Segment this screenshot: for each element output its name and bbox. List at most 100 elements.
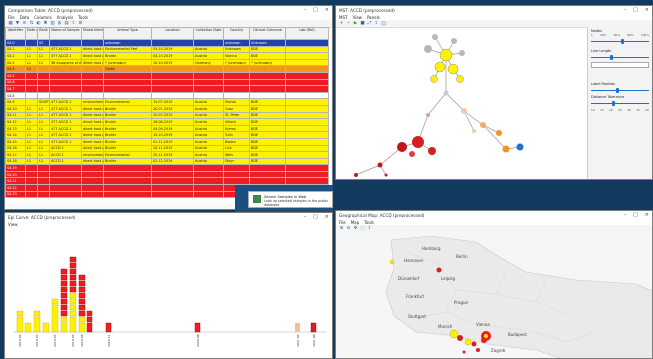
menu-tools[interactable]: Tools	[78, 15, 88, 20]
map-icon[interactable]: ◍	[57, 21, 62, 26]
line-length-field[interactable]	[591, 62, 649, 68]
color-icon[interactable]: ◐	[36, 21, 41, 26]
maximize-icon[interactable]: □	[633, 7, 638, 13]
column-header[interactable]: Lab (Ref)	[285, 27, 329, 40]
sort-icon[interactable]: ⇅	[29, 21, 34, 26]
map-window-titlebar[interactable]: Geographical Map: ACCD (preprocessed) – □…	[336, 211, 652, 219]
table-row[interactable]: S4.20	[5, 170, 329, 179]
table-row[interactable]: S4.2L1L1477 ACCD 1direct host associated…	[5, 52, 329, 60]
settings-icon[interactable]: ⚙	[78, 21, 83, 26]
yellow-bars	[16, 292, 86, 333]
menu-mst[interactable]: MST	[339, 15, 347, 20]
table-row[interactable]: S4.3L1L148 Anagrams of ACCDdirect host a…	[5, 58, 329, 67]
table-row[interactable]: S4.0 S2 unknown unknown Unknown	[5, 39, 329, 47]
columns-icon[interactable]: ≡	[22, 21, 27, 26]
menu-data[interactable]: Data	[20, 15, 30, 20]
table-row[interactable]: S4.11L1L1477 ACCD 1direct host associate…	[5, 111, 329, 120]
maximize-icon[interactable]: □	[313, 7, 318, 13]
table-row[interactable]: S4.4 L1 Cattle	[5, 65, 329, 73]
table-row[interactable]: S4.21	[5, 177, 329, 186]
svg-text:2019-03: 2019-03	[35, 334, 39, 347]
table-row[interactable]: S4.9 SDOPTA477 ACCD 1environment associat…	[5, 98, 329, 106]
epicurve-window-titlebar[interactable]: Epi Curve: ACCD (preprocessed) – □ ×	[5, 213, 332, 221]
export-icon[interactable]: ⇪	[367, 226, 372, 231]
distance-tolerance-slider[interactable]	[591, 101, 649, 106]
export-icon[interactable]: ⇪	[374, 21, 379, 26]
table-row[interactable]: S4.16L1L1ACCD 1direct host associatedBro…	[5, 144, 329, 153]
zoom-in-icon[interactable]: +	[339, 21, 344, 26]
column-header[interactable]: Clinical Outcome	[249, 27, 286, 40]
table-row[interactable]: S4.14L1L1477 ACCD 1direct host associate…	[5, 131, 329, 139]
table-row[interactable]: S4.18L1L1ACCD 1direct host associatedBro…	[5, 157, 329, 166]
chart-icon[interactable]: ▥	[50, 21, 55, 26]
zoom-in-icon[interactable]: ⊕	[339, 226, 344, 231]
menu-panels[interactable]: Panels	[367, 15, 380, 20]
map-canvas[interactable]: Hamburg Berlin Hannover Düsseldorf Leipz…	[336, 232, 653, 359]
tree-icon[interactable]: ✱	[43, 21, 48, 26]
table-cell: St. Peter	[223, 111, 250, 120]
menu-map[interactable]: Map	[351, 220, 359, 225]
minimize-icon[interactable]: –	[304, 7, 307, 13]
column-header[interactable]: Collection Date	[193, 27, 224, 40]
table-row[interactable]: S4.7	[5, 85, 329, 93]
menu-view[interactable]: View	[352, 15, 362, 20]
table-window-titlebar[interactable]: Comparison Table: ACCD (preprocessed) – □…	[5, 6, 332, 14]
table-row[interactable]: S4.10L1L1477 ACCD 1direct host associate…	[5, 104, 329, 113]
close-icon[interactable]: ×	[645, 7, 649, 13]
table-row[interactable]: S4.6	[5, 78, 329, 87]
minimize-icon[interactable]: –	[624, 7, 627, 13]
table-row[interactable]: S4.15L1L1477 ACCD 1direct host associate…	[5, 137, 329, 146]
close-icon[interactable]: ×	[645, 212, 649, 218]
select-all-icon[interactable]: ▦	[8, 21, 13, 26]
line-length-slider[interactable]	[591, 55, 649, 60]
distance-tolerance-label: Distance Tolerance	[591, 95, 625, 99]
zoom-out-icon[interactable]: −	[346, 21, 351, 26]
maximize-icon[interactable]: □	[313, 214, 318, 220]
menu-view[interactable]: View	[8, 222, 18, 227]
close-icon[interactable]: ×	[325, 214, 329, 220]
minimize-icon[interactable]: –	[624, 212, 627, 218]
select-icon[interactable]: ⬚	[360, 226, 365, 231]
table-icon[interactable]: ▤	[64, 21, 69, 26]
minimize-icon[interactable]: –	[304, 214, 307, 220]
filter-icon[interactable]: ▼	[15, 21, 20, 26]
column-header[interactable]: Mixed Infection	[81, 27, 104, 40]
play-icon[interactable]: ▶	[353, 21, 358, 26]
menu-columns[interactable]: Columns	[34, 15, 51, 20]
stop-icon[interactable]: ■	[360, 21, 365, 26]
table-cell	[103, 91, 152, 100]
maximize-icon[interactable]: □	[633, 212, 638, 218]
epicurve-chart[interactable]: 2019-01 2019-03 2019-05 2019-07 2019-08 …	[5, 227, 333, 359]
table-row[interactable]: S4.12L1L1477 ACCD 1direct host associate…	[5, 118, 329, 126]
menu-analysis[interactable]: Analysis	[57, 15, 73, 20]
fit-icon[interactable]: ⤢	[367, 21, 372, 26]
mst-window-titlebar[interactable]: MST: ACCD (preprocessed) – □ ×	[336, 6, 652, 14]
notification-toast[interactable]: Search Samples in Web Look up selected s…	[248, 191, 333, 208]
table-row[interactable]: S4.1L1L1477 ACCD 1direct host associated…	[5, 45, 329, 54]
select-icon[interactable]: ⬚	[381, 21, 386, 26]
column-header[interactable]: Animal Type	[103, 27, 152, 40]
data-table-container[interactable]: IdentifierDate of SamplingRankName of Sa…	[5, 27, 332, 201]
column-header[interactable]: Country	[223, 27, 250, 40]
menu-file[interactable]: File	[339, 220, 346, 225]
menu-file[interactable]: File	[8, 15, 15, 20]
menu-tools[interactable]: Tools	[364, 220, 374, 225]
zoom-out-icon[interactable]: ⊖	[346, 226, 351, 231]
table-row[interactable]: S4.19	[5, 164, 329, 172]
node-size-slider[interactable]	[591, 39, 649, 44]
column-header[interactable]: Date of Sampling	[25, 27, 38, 40]
column-header[interactable]: Location	[151, 27, 194, 40]
column-header[interactable]: Identifier	[5, 27, 26, 40]
column-header[interactable]: Name of Sample	[49, 27, 82, 40]
table-row[interactable]: S4.5	[5, 71, 329, 80]
export-icon[interactable]: ⇪	[71, 21, 76, 26]
table-row[interactable]: S4.13L1L1477 ACCD 1direct host associate…	[5, 124, 329, 133]
table-row[interactable]: S4.17L1L1ACCD 1environment associatedEnv…	[5, 151, 329, 159]
table-row[interactable]: S4.8	[5, 91, 329, 100]
label-position-slider[interactable]	[591, 88, 649, 93]
table-cell: Steyr	[223, 157, 250, 166]
column-header[interactable]: Rank	[37, 27, 50, 40]
pan-icon[interactable]: ✥	[353, 226, 358, 231]
mst-graph-canvas[interactable]	[336, 27, 589, 180]
close-icon[interactable]: ×	[325, 7, 329, 13]
